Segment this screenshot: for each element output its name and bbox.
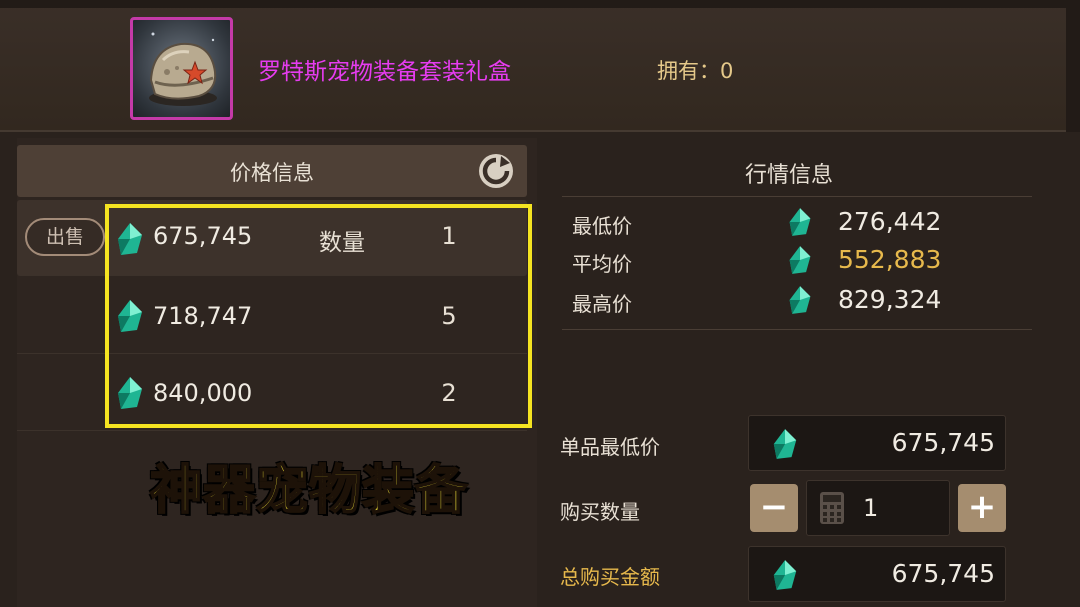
market-panel-title: 行情信息 bbox=[745, 163, 834, 188]
highlight-box bbox=[105, 204, 532, 428]
price-panel-title: 价格信息 bbox=[230, 161, 314, 185]
unit-price-label: 单品最低价 bbox=[560, 435, 660, 459]
decrease-quantity-button[interactable]: − bbox=[750, 484, 798, 532]
item-name: 罗特斯宠物装备套装礼盒 bbox=[258, 59, 511, 85]
owned-count: 拥有：0 bbox=[657, 59, 734, 83]
calculator-icon[interactable] bbox=[819, 491, 845, 525]
refresh-icon[interactable] bbox=[477, 152, 515, 190]
gem-icon bbox=[789, 208, 811, 236]
unit-price-field: 675,745 bbox=[748, 415, 1006, 471]
quantity-input[interactable]: 1 bbox=[806, 480, 950, 536]
total-value: 675,745 bbox=[891, 559, 995, 588]
divider bbox=[562, 329, 1032, 330]
gem-icon bbox=[773, 429, 797, 459]
pet-gift-box-icon bbox=[149, 32, 217, 106]
top-border bbox=[0, 0, 1080, 8]
total-label: 总购买金额 bbox=[560, 565, 660, 589]
unit-price-value: 675,745 bbox=[891, 428, 995, 457]
gem-icon bbox=[789, 246, 811, 274]
gem-icon bbox=[773, 560, 797, 590]
video-caption: 神器宠物装备 bbox=[149, 460, 469, 522]
item-icon[interactable] bbox=[130, 17, 233, 120]
total-field: 675,745 bbox=[748, 546, 1006, 602]
quantity-label: 购买数量 bbox=[560, 500, 640, 524]
increase-quantity-button[interactable]: + bbox=[958, 484, 1006, 532]
price-panel-header: 价格信息 bbox=[17, 145, 527, 197]
min-price-label: 最低价 bbox=[572, 214, 632, 238]
sell-button[interactable]: 出售 bbox=[25, 218, 105, 256]
gem-icon bbox=[789, 286, 811, 314]
avg-price-label: 平均价 bbox=[572, 252, 632, 276]
right-border bbox=[1066, 0, 1080, 132]
max-price-label: 最高价 bbox=[572, 292, 632, 316]
divider bbox=[562, 196, 1032, 197]
min-price-value: 276,442 bbox=[838, 207, 942, 236]
avg-price-value: 552,883 bbox=[838, 245, 942, 274]
max-price-value: 829,324 bbox=[838, 285, 942, 314]
quantity-value: 1 bbox=[863, 494, 879, 522]
